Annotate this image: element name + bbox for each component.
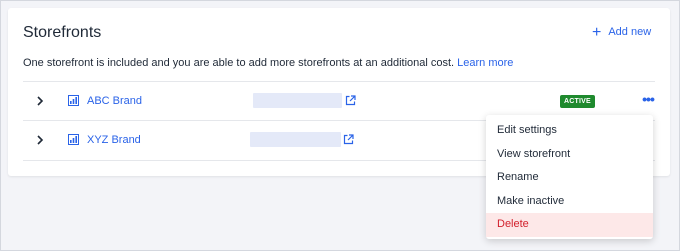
menu-item-view-storefront[interactable]: View storefront xyxy=(486,143,653,167)
description: One storefront is included and you are a… xyxy=(23,57,663,69)
menu-item-rename[interactable]: Rename xyxy=(486,166,653,190)
description-text: One storefront is included and you are a… xyxy=(23,57,455,69)
add-new-button[interactable]: + Add new xyxy=(592,23,652,41)
more-options-icon[interactable]: ••• xyxy=(640,92,656,106)
menu-item-edit-settings[interactable]: Edit settings xyxy=(486,119,653,143)
storefront-url-redacted xyxy=(253,93,342,108)
storefront-name-link[interactable]: XYZ Brand xyxy=(87,134,141,146)
status-badge: ACTIVE xyxy=(560,95,595,108)
menu-item-delete[interactable]: Delete xyxy=(486,213,653,237)
storefront-name-link[interactable]: ABC Brand xyxy=(87,95,142,107)
storefront-chart-icon xyxy=(68,95,79,106)
chevron-right-icon[interactable] xyxy=(35,134,45,146)
chevron-right-icon[interactable] xyxy=(35,95,45,107)
external-link-icon[interactable] xyxy=(345,95,356,106)
storefront-chart-icon xyxy=(68,134,79,145)
storefront-url-redacted xyxy=(250,132,341,147)
plus-icon: + xyxy=(592,23,602,41)
page-title: Storefronts xyxy=(23,24,102,41)
learn-more-link[interactable]: Learn more xyxy=(457,57,513,69)
storefront-actions-menu: Edit settings View storefront Rename Mak… xyxy=(486,115,653,239)
external-link-icon[interactable] xyxy=(343,134,354,145)
menu-item-make-inactive[interactable]: Make inactive xyxy=(486,190,653,214)
add-new-label: Add new xyxy=(608,26,652,38)
